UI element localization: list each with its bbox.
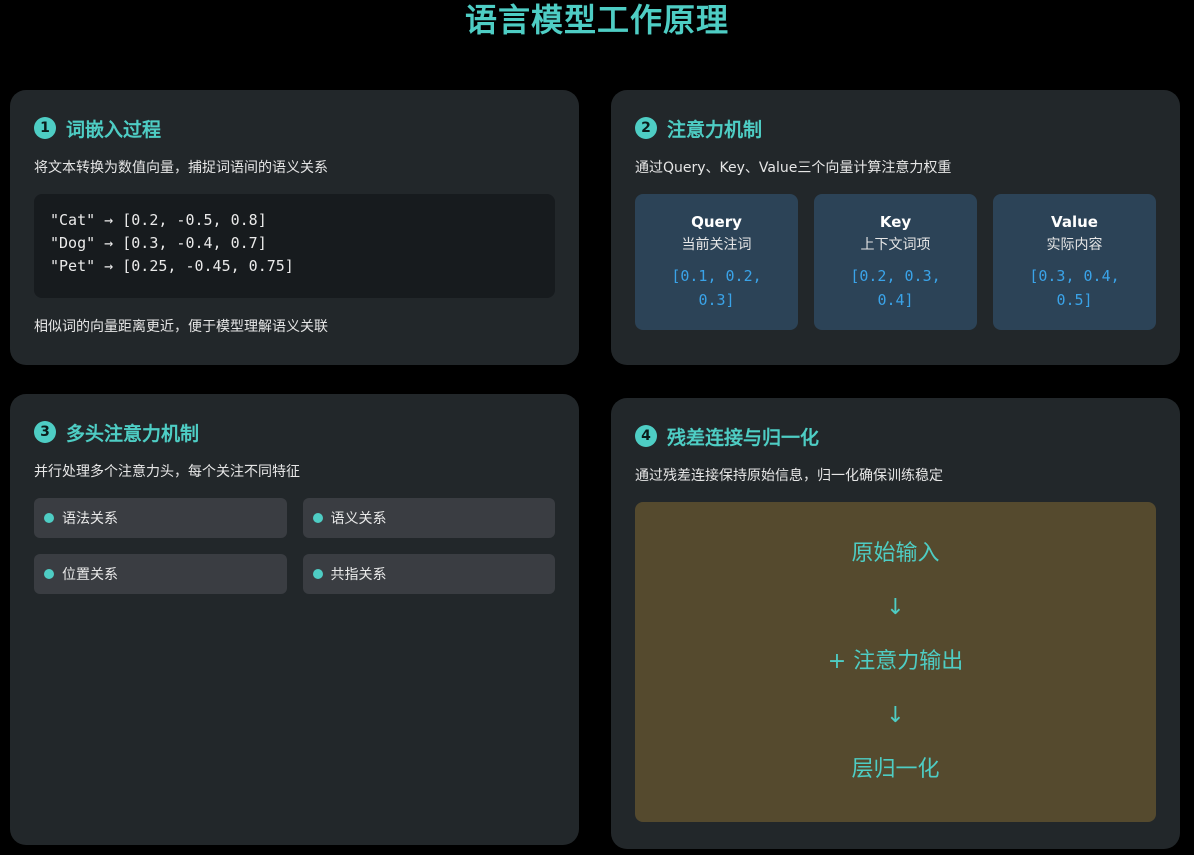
qkv-vector: [0.3, 0.4, 0.5] xyxy=(1029,267,1120,309)
step-badge: 4 xyxy=(635,425,657,447)
bullet-dot-icon xyxy=(44,569,54,579)
card-residual-normalization: 4 残差连接与归一化 通过残差连接保持原始信息，归一化确保训练稳定 原始输入 ↓… xyxy=(611,398,1180,849)
bullet-dot-icon xyxy=(312,513,323,523)
card-header: 2 注意力机制 xyxy=(635,114,1156,142)
card-attention: 2 注意力机制 通过Query、Key、Value三个向量计算注意力权重 Que… xyxy=(611,90,1180,365)
attention-head-label: 位置关系 xyxy=(62,567,118,583)
card-header: 3 多头注意力机制 xyxy=(34,418,555,446)
bullet-dot-icon xyxy=(312,569,323,579)
embedding-code-block: "Cat" → [0.2, -0.5, 0.8] "Dog" → [0.3, -… xyxy=(34,194,555,298)
qkv-subtitle: 实际内容 xyxy=(1046,237,1103,253)
flow-step-original-input: 原始输入 xyxy=(851,541,940,566)
card-title: 残差连接与归一化 xyxy=(667,426,820,449)
bullet-dot-icon xyxy=(44,513,54,523)
card-multi-head-attention: 3 多头注意力机制 并行处理多个注意力头，每个关注不同特征 语法关系 语义关系 … xyxy=(10,394,579,845)
qkv-name: Value xyxy=(1051,213,1098,231)
card-description: 并行处理多个注意力头，每个关注不同特征 xyxy=(34,464,300,480)
attention-head-item: 语法关系 xyxy=(34,498,287,538)
residual-flow-box: 原始输入 ↓ + 注意力输出 ↓ 层归一化 xyxy=(635,502,1156,822)
value-box: Value 实际内容 [0.3, 0.4, 0.5] xyxy=(993,194,1156,330)
card-title: 多头注意力机制 xyxy=(66,422,200,445)
step-badge: 2 xyxy=(635,117,657,139)
card-word-embedding: 1 词嵌入过程 将文本转换为数值向量，捕捉词语间的语义关系 "Cat" → [0… xyxy=(10,90,579,365)
attention-head-label: 语法关系 xyxy=(62,511,118,527)
attention-head-label: 语义关系 xyxy=(330,511,387,527)
attention-head-item: 共指关系 xyxy=(302,554,555,594)
attention-head-item: 语义关系 xyxy=(302,498,555,538)
step-badge: 1 xyxy=(34,117,56,139)
flow-step-add-attention: + 注意力输出 xyxy=(827,649,964,674)
qkv-name: Query xyxy=(691,213,742,231)
attention-heads-grid: 语法关系 语义关系 位置关系 共指关系 xyxy=(34,498,555,594)
card-title: 注意力机制 xyxy=(667,118,763,141)
qkv-vector: [0.1, 0.2, 0.3] xyxy=(671,267,762,309)
card-header: 1 词嵌入过程 xyxy=(34,114,555,142)
qkv-name: Key xyxy=(879,213,912,231)
card-title: 词嵌入过程 xyxy=(66,118,162,141)
query-box: Query 当前关注词 [0.1, 0.2, 0.3] xyxy=(635,194,798,330)
card-description: 将文本转换为数值向量，捕捉词语间的语义关系 xyxy=(34,160,328,176)
code-line: "Dog" → [0.3, -0.4, 0.7] xyxy=(50,234,267,252)
code-line: "Pet" → [0.25, -0.45, 0.75] xyxy=(50,257,294,275)
key-box: Key 上下文词项 [0.2, 0.3, 0.4] xyxy=(814,194,977,330)
qkv-subtitle: 上下文词项 xyxy=(860,237,931,253)
arrow-down-icon: ↓ xyxy=(886,703,905,728)
arrow-down-icon: ↓ xyxy=(886,595,905,620)
flow-step-layer-norm: 层归一化 xyxy=(851,757,940,782)
card-description: 通过Query、Key、Value三个向量计算注意力权重 xyxy=(635,160,952,176)
attention-head-item: 位置关系 xyxy=(34,554,287,594)
step-badge: 3 xyxy=(34,421,56,443)
card-description: 通过残差连接保持原始信息，归一化确保训练稳定 xyxy=(635,468,943,484)
card-note: 相似词的向量距离更近，便于模型理解语义关联 xyxy=(34,319,328,335)
card-header: 4 残差连接与归一化 xyxy=(635,422,1156,450)
qkv-row: Query 当前关注词 [0.1, 0.2, 0.3] Key 上下文词项 [0… xyxy=(635,194,1156,330)
attention-head-label: 共指关系 xyxy=(330,567,387,583)
code-line: "Cat" → [0.2, -0.5, 0.8] xyxy=(50,211,267,229)
qkv-subtitle: 当前关注词 xyxy=(681,237,752,253)
qkv-vector: [0.2, 0.3, 0.4] xyxy=(850,267,941,309)
page-title: 语言模型工作原理 xyxy=(464,1,729,39)
